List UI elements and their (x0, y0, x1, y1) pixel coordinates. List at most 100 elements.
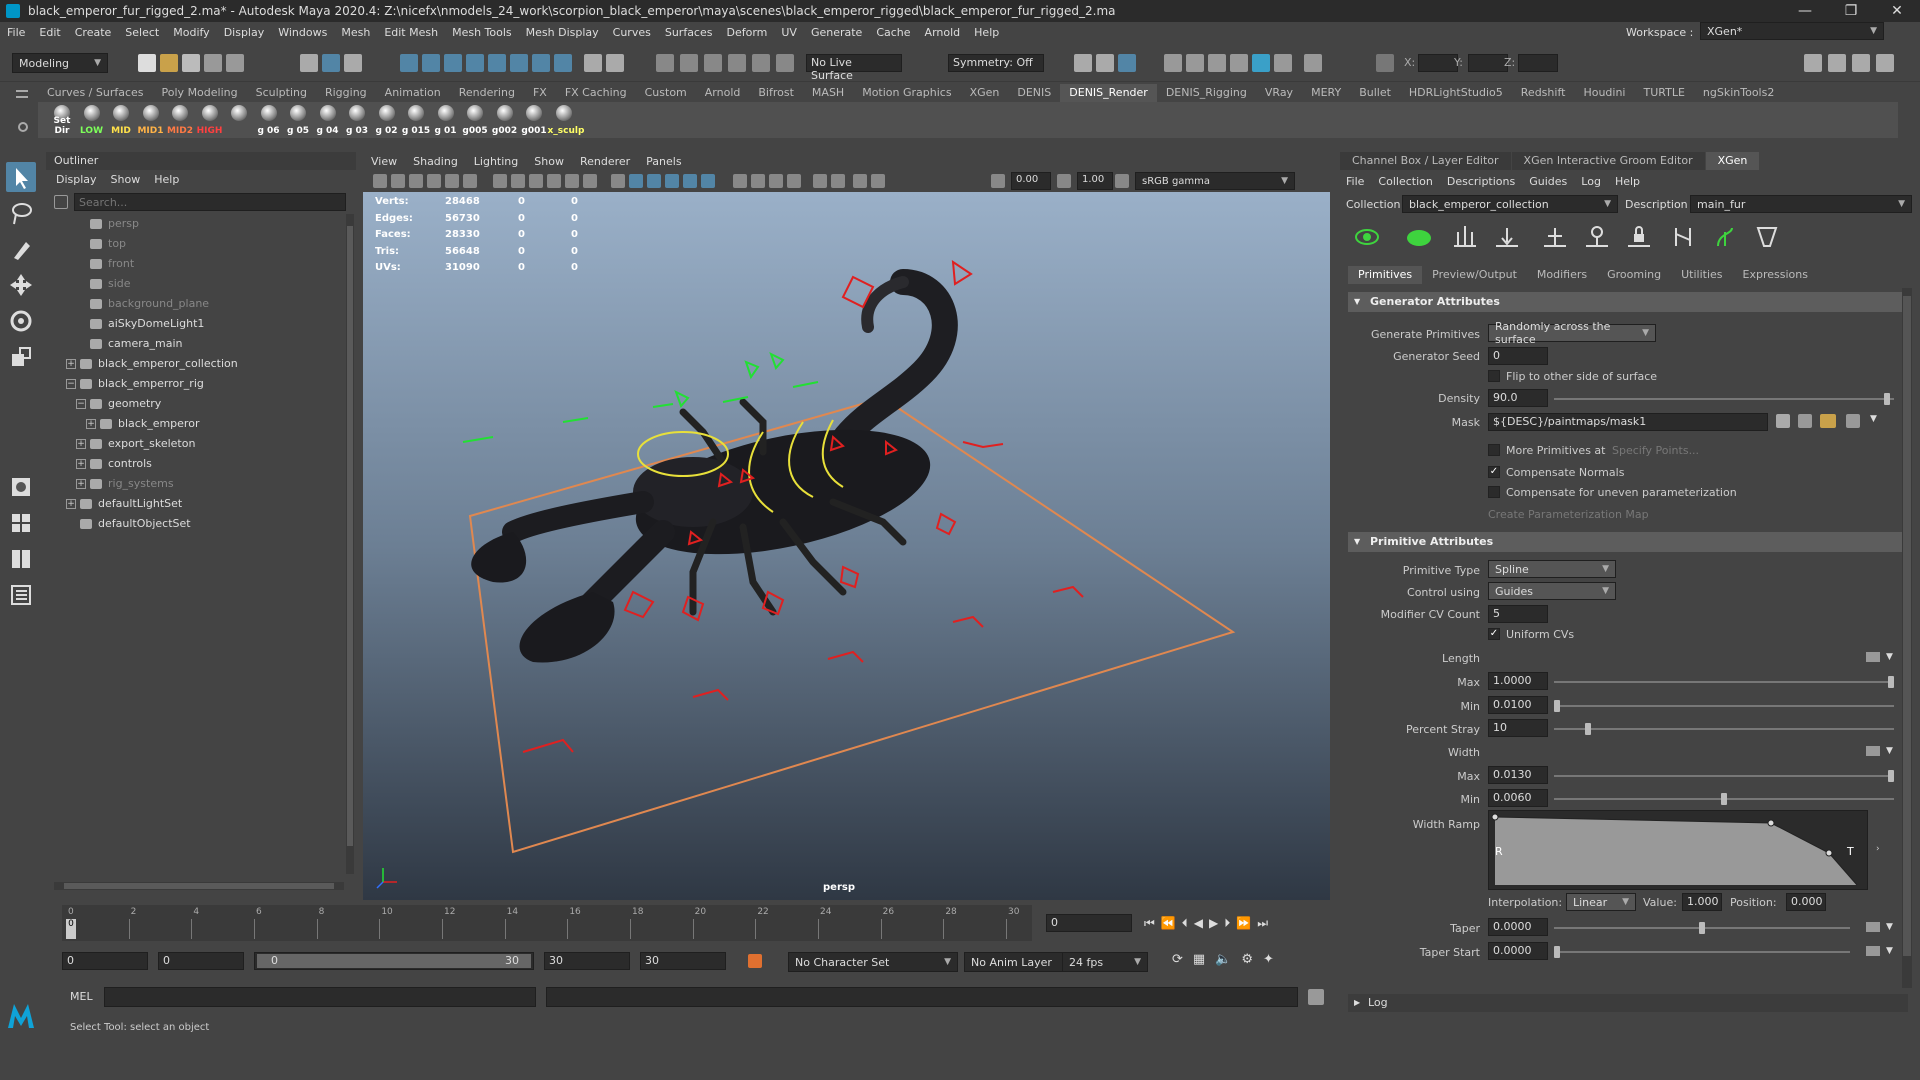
play-forward-icon[interactable]: ▶ (1209, 916, 1218, 930)
menu-mesh[interactable]: Mesh (334, 26, 377, 39)
more-primitives-checkbox[interactable] (1488, 444, 1500, 456)
ipr-render-icon[interactable] (1118, 54, 1136, 72)
expand-icon[interactable]: + (76, 439, 86, 449)
anim-end-input[interactable]: 30 (640, 952, 726, 970)
expand-icon[interactable]: + (66, 359, 76, 369)
anim-start-input[interactable]: 0 (62, 952, 148, 970)
primitive-type-dropdown[interactable]: Spline ▼ (1488, 560, 1616, 578)
expand-icon[interactable]: + (66, 499, 76, 509)
shelf-tab-active[interactable]: DENIS_Render (1060, 84, 1157, 102)
x-input[interactable] (1418, 54, 1458, 72)
modeling-toolkit-icon[interactable] (1804, 54, 1822, 72)
construction-history-icon[interactable] (728, 54, 746, 72)
outputs-icon[interactable] (704, 54, 722, 72)
menu-mesh-tools[interactable]: Mesh Tools (445, 26, 519, 39)
width-min-input[interactable]: 0.0060 (1488, 789, 1548, 807)
save-scene-icon[interactable] (182, 54, 200, 72)
transform-mode-icon[interactable] (1376, 54, 1394, 72)
light-editor-icon[interactable] (1230, 54, 1248, 72)
step-back-icon[interactable]: ⏪ (1161, 916, 1176, 930)
time-slider-track[interactable]: 0 2 4 6 8 10 12 14 16 18 20 22 24 26 28 30 0 (62, 905, 1032, 941)
magnet-icon[interactable] (606, 54, 624, 72)
width-ramp-editor[interactable]: R T (1488, 810, 1868, 890)
collapse-icon[interactable]: − (66, 379, 76, 389)
script-editor-icon[interactable] (1308, 989, 1324, 1005)
rotate-tool-icon[interactable] (6, 306, 36, 336)
xgen-menu-file[interactable]: File (1346, 175, 1364, 188)
move-tool-icon[interactable] (6, 270, 36, 300)
lights-icon[interactable] (683, 174, 697, 188)
snap-edge-icon[interactable] (532, 54, 550, 72)
outliner-search-input[interactable] (74, 193, 346, 211)
outliner-item[interactable]: + rig_systems (46, 474, 174, 494)
exposure-icon[interactable] (991, 174, 1005, 188)
length-min-input[interactable]: 0.0100 (1488, 696, 1548, 714)
outliner-item[interactable]: + export_skeleton (46, 434, 195, 454)
tab-xgen-igs[interactable]: XGen Interactive Groom Editor (1511, 152, 1705, 170)
shelf-tab[interactable]: FX Caching (556, 84, 636, 102)
outliner-menu-show[interactable]: Show (111, 173, 141, 186)
xgen-menu-log[interactable]: Log (1581, 175, 1601, 188)
shelf-tab[interactable]: Custom (636, 84, 696, 102)
sound-icon[interactable]: 🔈 (1215, 952, 1231, 967)
density-slider[interactable] (1554, 393, 1894, 405)
shelf-tab[interactable]: Curves / Surfaces (38, 84, 153, 102)
fps-dropdown[interactable]: 24 fps ▼ (1062, 952, 1148, 972)
menu-generate[interactable]: Generate (804, 26, 869, 39)
density-slider-knob[interactable] (1884, 393, 1891, 405)
outliner-hscrollbar[interactable] (54, 882, 344, 890)
shelf-tab[interactable]: Bullet (1350, 84, 1400, 102)
ramp-expand-icon[interactable]: › (1876, 844, 1880, 854)
viewport-menu-panels[interactable]: Panels (638, 155, 689, 168)
menu-help[interactable]: Help (967, 26, 1006, 39)
length-min-slider-knob[interactable] (1554, 700, 1561, 712)
hypershade-icon[interactable] (1186, 54, 1204, 72)
xgen-menu-help[interactable]: Help (1615, 175, 1640, 188)
grease-pencil-icon[interactable] (463, 174, 477, 188)
shelf-button[interactable]: MID2 (164, 104, 196, 136)
outliner-item[interactable]: front (46, 254, 134, 274)
create-param-map-button[interactable]: Create Parameterization Map (1488, 508, 1649, 521)
ramp-value-input[interactable]: 1.000 (1682, 893, 1722, 911)
gamma-icon[interactable] (1057, 174, 1071, 188)
percent-stray-slider-knob[interactable] (1585, 723, 1591, 735)
symmetry-field[interactable]: Symmetry: Off (948, 54, 1044, 72)
script-language-label[interactable]: MEL (70, 990, 93, 1003)
outliner-item[interactable]: defaultObjectSet (46, 514, 191, 534)
live-surface-field[interactable]: No Live Surface (806, 54, 902, 82)
menu-file[interactable]: File (0, 26, 32, 39)
bookmarks-icon[interactable] (409, 174, 423, 188)
menu-set-dropdown[interactable]: Modeling ▼ (12, 53, 108, 73)
taper-start-slider[interactable] (1554, 946, 1850, 958)
anim-layer-dropdown[interactable]: No Anim Layer (964, 952, 1072, 972)
playback-start-input[interactable]: 0 (158, 952, 244, 970)
outliner-item[interactable]: + black_emperor_collection (46, 354, 238, 374)
grid-icon[interactable] (493, 174, 507, 188)
taper-slider[interactable] (1554, 922, 1850, 934)
outliner-item[interactable]: + black_emperor (46, 414, 199, 434)
menu-create[interactable]: Create (68, 26, 119, 39)
render-frame-icon[interactable] (1096, 54, 1114, 72)
xgen-menu-descriptions[interactable]: Descriptions (1447, 175, 1515, 188)
width-max-input[interactable]: 0.0130 (1488, 766, 1548, 784)
shelf-button[interactable]: HIGH (194, 104, 226, 136)
preview-eye-icon[interactable] (1354, 224, 1380, 250)
description-dropdown[interactable]: main_fur ▼ (1690, 195, 1912, 213)
viewport-menu-lighting[interactable]: Lighting (466, 155, 526, 168)
go-to-start-icon[interactable]: ⏮ (1144, 916, 1155, 931)
xgen-vscrollbar[interactable] (1902, 288, 1912, 988)
character-set-dropdown[interactable]: No Character Set ▼ (788, 952, 958, 972)
camera-attributes-icon[interactable] (391, 174, 405, 188)
shelf-tab[interactable]: MASH (803, 84, 853, 102)
resolution-gate-icon[interactable] (529, 174, 543, 188)
shelf-gear-icon[interactable] (18, 122, 28, 132)
lock-guides-icon[interactable] (1626, 224, 1652, 250)
history-icon[interactable] (656, 54, 674, 72)
collection-dropdown[interactable]: black_emperor_collection ▼ (1402, 195, 1618, 213)
shelf-tab[interactable]: Rendering (450, 84, 524, 102)
density-input[interactable]: 90.0 (1488, 389, 1548, 407)
shelf-tab[interactable]: Arnold (696, 84, 750, 102)
shelf-tab[interactable]: TURTLE (1634, 84, 1693, 102)
menu-cache[interactable]: Cache (869, 26, 917, 39)
shelf-tab[interactable]: Houdini (1574, 84, 1634, 102)
